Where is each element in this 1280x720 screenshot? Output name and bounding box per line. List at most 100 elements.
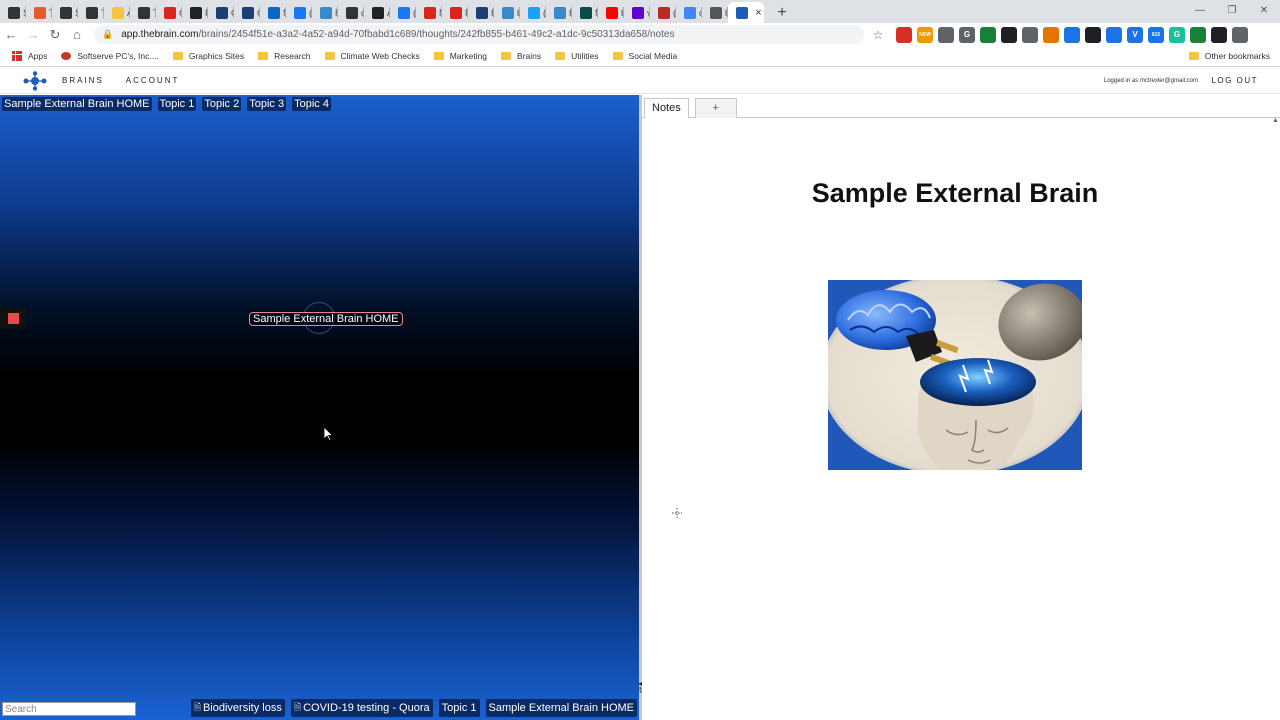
extension-icon[interactable]: 815 (1148, 26, 1164, 43)
bookmark-item[interactable]: Climate Web Checks (324, 51, 420, 61)
browser-tab[interactable]: × (728, 2, 764, 23)
extension-icon[interactable] (896, 26, 912, 43)
browser-tab[interactable]: Twi (26, 2, 52, 23)
bookmark-label: Research (274, 51, 311, 61)
nav-brains[interactable]: BRAINS (62, 76, 104, 85)
extension-icon[interactable] (1232, 26, 1248, 43)
close-tab-icon[interactable]: × (753, 7, 764, 19)
browser-tab[interactable]: Cre (156, 2, 182, 23)
home-icon[interactable]: ⌂ (66, 24, 88, 46)
browser-toolbar: ← → ↻ ⌂ 🔒 app.thebrain.com /brains/2454f… (0, 23, 1280, 46)
browser-tab[interactable]: (2) (286, 2, 312, 23)
browser-tab[interactable]: Thr (130, 2, 156, 23)
browser-tab[interactable]: bic (494, 2, 520, 23)
pinned-thought[interactable]: Sample External Brain HOME (485, 699, 637, 717)
extension-icon[interactable]: V (1127, 26, 1143, 43)
pinned-thought[interactable]: 🗎 COVID-19 testing - Quora (290, 699, 433, 717)
browser-tab[interactable]: A g (364, 2, 390, 23)
pinned-thought[interactable]: 🗎 Biodiversity loss (190, 699, 285, 717)
other-bookmarks[interactable]: Other bookmarks (1188, 51, 1270, 61)
topic-chip[interactable]: Topic 3 (247, 97, 287, 111)
restore-icon[interactable]: ❐ (1216, 0, 1248, 20)
extension-icon[interactable] (1190, 26, 1206, 43)
apps-shortcut[interactable]: Apps (12, 51, 47, 61)
bookmark-item[interactable]: Social Media (612, 51, 677, 61)
browser-tab[interactable]: (2) (390, 2, 416, 23)
browser-tab[interactable]: Co (208, 2, 234, 23)
bookmark-item[interactable]: Softserve PC's, Inc.... (61, 51, 159, 61)
browser-tab[interactable]: CO (234, 2, 260, 23)
pinned-thoughts-bar: 🗎 Biodiversity loss 🗎 COVID-19 testing - Qu… (185, 699, 637, 717)
browser-tab[interactable]: Thr (78, 2, 104, 23)
reload-icon[interactable]: ↻ (44, 24, 66, 46)
browser-tab[interactable]: (9) (650, 2, 676, 23)
extension-icon[interactable] (1022, 26, 1038, 43)
url-path: /brains/2454f51e-a3a2-4a52-a94d-70fbabd1… (198, 29, 675, 40)
twitter-icon (528, 6, 540, 19)
add-tab-button[interactable]: + (694, 98, 737, 118)
extensions-area: NEW G V 815 G (896, 26, 1253, 43)
browser-tab[interactable]: A B (104, 2, 130, 23)
notes-scrollbar[interactable]: ▲ (1270, 117, 1280, 720)
browser-tab[interactable]: Re (468, 2, 494, 23)
topic-chip[interactable]: Topic 4 (292, 97, 331, 111)
active-thought-node[interactable]: Sample External Brain HOME (249, 312, 403, 326)
linkedin-icon (268, 6, 280, 19)
nav-account[interactable]: ACCOUNT (126, 76, 180, 85)
extension-icon[interactable] (938, 26, 954, 43)
browser-tab[interactable]: Ma (416, 2, 442, 23)
browser-tab[interactable]: Sav (0, 2, 26, 23)
parent-gate-icon[interactable] (0, 307, 26, 329)
pinned-thought[interactable]: Topic 1 (438, 699, 480, 717)
thebrain-logo-icon[interactable] (22, 70, 48, 91)
browser-tab[interactable]: blo (702, 2, 728, 23)
extension-icon[interactable] (1106, 26, 1122, 43)
plex-search-input[interactable] (2, 702, 136, 716)
browser-tab[interactable]: Re (546, 2, 572, 23)
tab-notes[interactable]: Notes (644, 98, 689, 118)
plex-view[interactable]: Sample External Brain HOME Topic 1 Topic 2… (0, 95, 639, 720)
bookmark-item[interactable]: Utilities (555, 51, 599, 61)
browser-tab[interactable]: For (182, 2, 208, 23)
bookmark-label: Marketing (449, 51, 488, 61)
bookmark-item[interactable]: Marketing (433, 51, 488, 61)
extension-icon[interactable] (1085, 26, 1101, 43)
browser-tab[interactable]: Pre (442, 2, 468, 23)
move-handle-icon[interactable] (672, 508, 682, 518)
browser-tab[interactable]: Me (572, 2, 598, 23)
bookmark-item[interactable]: Brains (501, 51, 541, 61)
extension-icon[interactable]: G (1169, 26, 1185, 43)
topic-chip[interactable]: Topic 1 (157, 97, 197, 111)
browser-tab[interactable]: bu (598, 2, 624, 23)
acrobat-icon (450, 6, 462, 19)
browser-tab[interactable]: vim (624, 2, 650, 23)
back-icon[interactable]: ← (0, 24, 22, 46)
bookmark-item[interactable]: Graphics Sites (172, 51, 244, 61)
extension-icon[interactable]: NEW (917, 26, 933, 43)
extension-icon[interactable] (1043, 26, 1059, 43)
topic-chip[interactable]: Topic 2 (202, 97, 242, 111)
browser-tab[interactable]: Sea (52, 2, 78, 23)
browser-tab[interactable]: (4) (520, 2, 546, 23)
url-host: app.thebrain.com (121, 29, 199, 40)
extension-icon[interactable] (980, 26, 996, 43)
address-bar[interactable]: 🔒 app.thebrain.com /brains/2454f51e-a3a2… (94, 25, 864, 44)
extension-icon[interactable] (1001, 26, 1017, 43)
topic-chip[interactable]: Sample External Brain HOME (2, 97, 152, 111)
close-window-icon[interactable]: ✕ (1248, 0, 1280, 20)
bookmark-item[interactable]: Research (258, 51, 311, 61)
site-icon (372, 6, 384, 19)
extension-icon[interactable] (1211, 26, 1227, 43)
logout-button[interactable]: LOG OUT (1211, 76, 1258, 85)
browser-tab[interactable]: Rec (312, 2, 338, 23)
new-tab-button[interactable]: + (770, 2, 794, 23)
youtube-icon (606, 6, 618, 19)
bookmark-star-icon[interactable]: ☆ (868, 25, 888, 45)
extension-icon[interactable]: G (959, 26, 975, 43)
extension-icon[interactable] (1064, 26, 1080, 43)
minimize-icon[interactable]: — (1184, 0, 1216, 20)
browser-tab[interactable]: cov (676, 2, 702, 23)
browser-tab[interactable]: chr (338, 2, 364, 23)
browser-tab[interactable]: Me (260, 2, 286, 23)
forward-icon[interactable]: → (22, 24, 44, 46)
